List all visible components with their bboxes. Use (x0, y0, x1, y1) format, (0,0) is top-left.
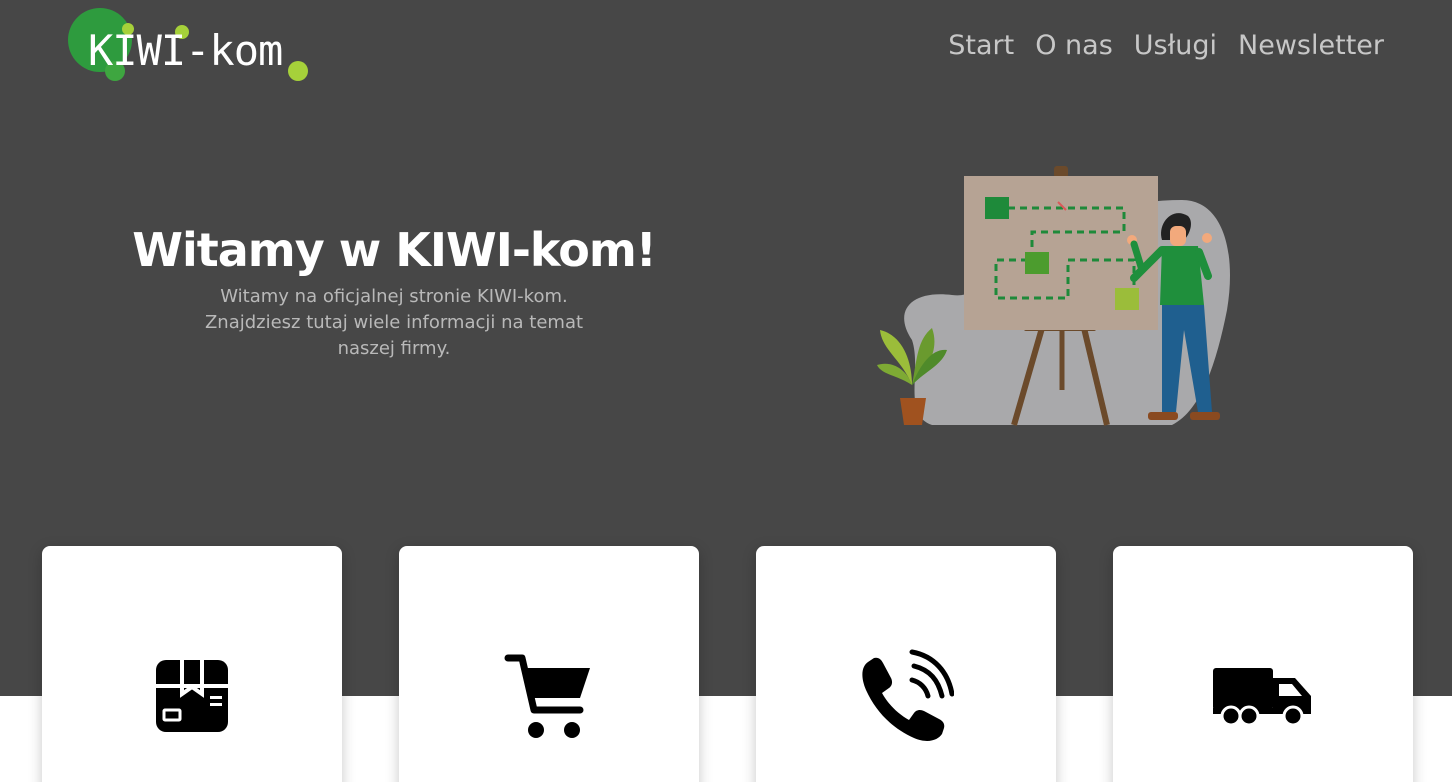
feature-card-package[interactable] (42, 546, 342, 782)
logo[interactable]: KIWI-kom (64, 4, 314, 86)
feature-card-delivery[interactable] (1113, 546, 1413, 782)
hero-title: Witamy w KIWI-kom! (132, 223, 657, 277)
feature-card-shop[interactable] (399, 546, 699, 782)
logo-text: KIWI-kom (88, 26, 283, 75)
hero-subtitle: Witamy na oficjalnej stronie KIWI-kom. Z… (204, 286, 584, 359)
shopping-cart-icon (504, 654, 590, 738)
main-nav: Start O nas Usługi Newsletter (948, 28, 1384, 64)
hero-illustration (877, 166, 1230, 426)
delivery-truck-icon (1213, 668, 1311, 727)
nav-link-o-nas[interactable]: O nas (1035, 28, 1113, 64)
nav-link-start[interactable]: Start (948, 28, 1014, 64)
phone-ringing-icon (862, 649, 954, 741)
nav-link-uslugi[interactable]: Usługi (1134, 28, 1217, 64)
feature-card-contact[interactable] (756, 546, 1056, 782)
nav-link-newsletter[interactable]: Newsletter (1238, 28, 1384, 64)
package-box-icon (156, 660, 228, 732)
